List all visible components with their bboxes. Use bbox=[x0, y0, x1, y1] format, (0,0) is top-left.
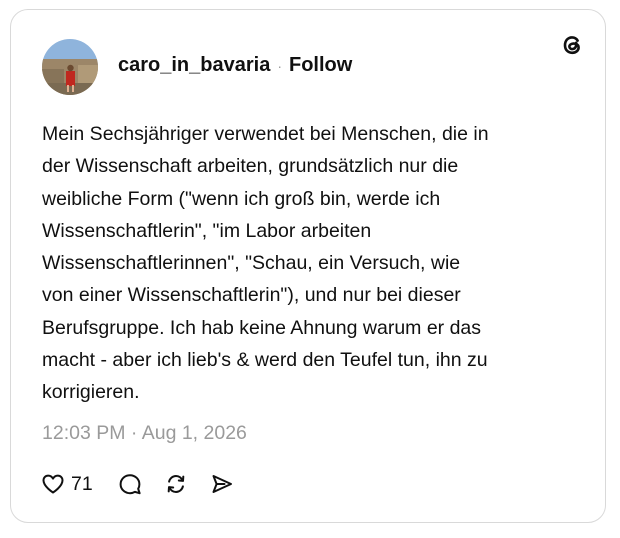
post-header: caro_in_bavaria · Follow bbox=[118, 54, 352, 77]
send-icon bbox=[212, 475, 232, 493]
username-link[interactable]: caro_in_bavaria bbox=[118, 54, 270, 77]
post-body-text: Mein Sechsjähriger verwendet bei Mensche… bbox=[42, 123, 489, 404]
avatar[interactable] bbox=[42, 39, 98, 95]
header-separator: · bbox=[277, 57, 282, 74]
comment-icon bbox=[119, 474, 141, 495]
repost-icon bbox=[167, 474, 185, 494]
like-button[interactable]: 71 bbox=[40, 471, 93, 497]
action-bar: 71 bbox=[40, 469, 235, 499]
reply-button[interactable] bbox=[117, 471, 143, 497]
threads-logo-icon[interactable] bbox=[558, 31, 586, 59]
heart-icon bbox=[42, 474, 64, 494]
avatar-image bbox=[42, 39, 98, 95]
like-count: 71 bbox=[71, 472, 93, 495]
share-button[interactable] bbox=[209, 471, 235, 497]
follow-button[interactable]: Follow bbox=[289, 54, 352, 77]
repost-button[interactable] bbox=[163, 471, 189, 497]
post-card: caro_in_bavaria · Follow Mein Sechsjähri… bbox=[10, 9, 606, 523]
post-timestamp[interactable]: 12:03 PM · Aug 1, 2026 bbox=[42, 422, 247, 445]
